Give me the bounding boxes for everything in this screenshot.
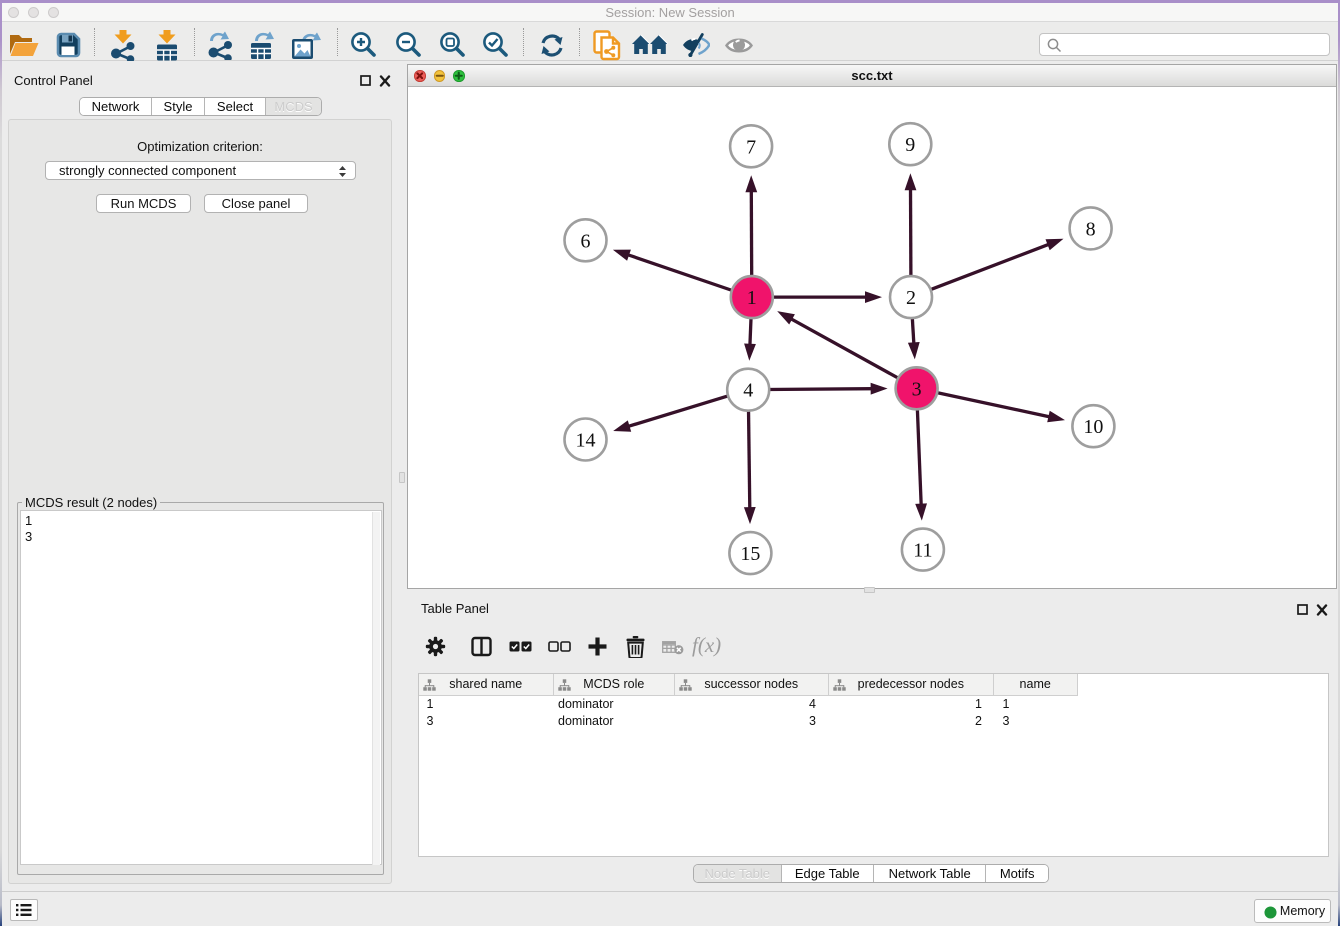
svg-text:2: 2 <box>906 287 916 309</box>
svg-text:8: 8 <box>1086 218 1096 240</box>
svg-text:6: 6 <box>581 230 591 252</box>
svg-text:3: 3 <box>912 378 922 400</box>
svg-text:4: 4 <box>743 380 753 402</box>
svg-text:1: 1 <box>747 287 757 309</box>
svg-text:7: 7 <box>746 136 756 158</box>
svg-text:14: 14 <box>576 430 596 452</box>
svg-text:9: 9 <box>905 134 915 156</box>
svg-text:10: 10 <box>1083 416 1103 438</box>
svg-text:11: 11 <box>913 540 932 562</box>
svg-text:15: 15 <box>740 543 760 565</box>
